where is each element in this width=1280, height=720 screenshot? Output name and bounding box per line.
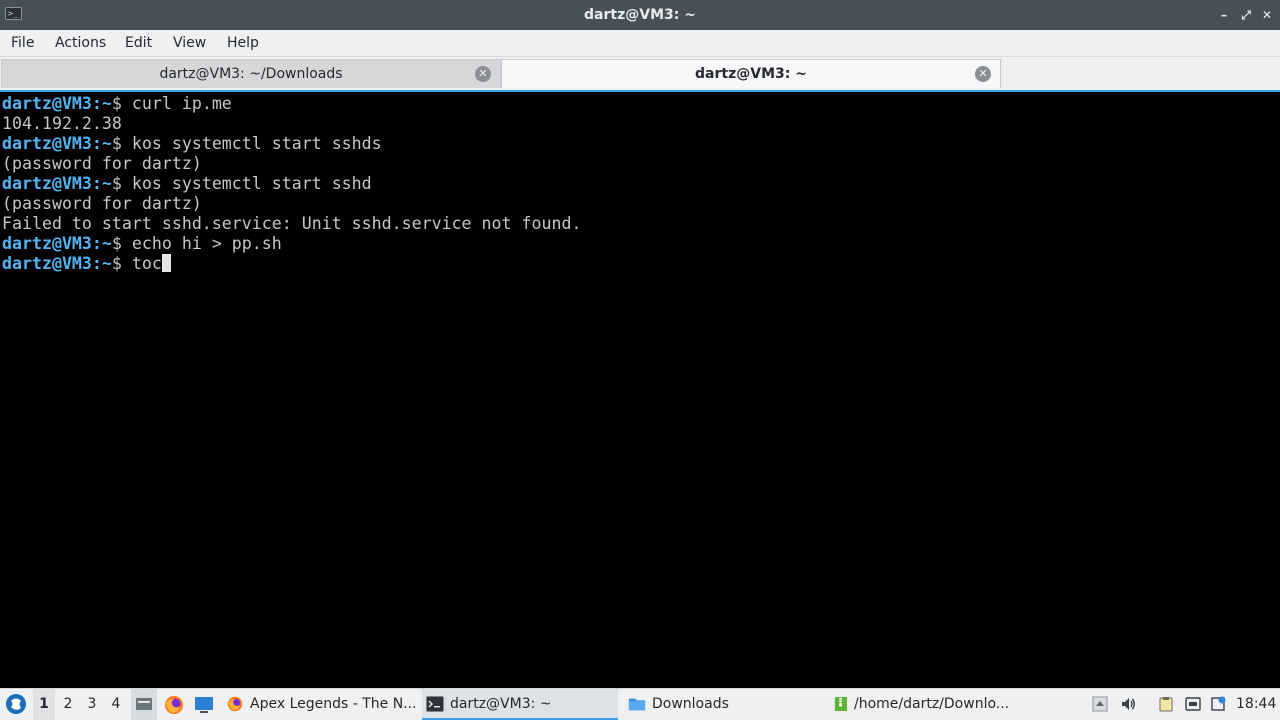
task-label: Apex Legends - The N... bbox=[250, 696, 417, 712]
terminal-command-line: dartz@VM3:~$ echo hi > pp.sh bbox=[2, 234, 282, 253]
show-desktop-button[interactable] bbox=[131, 689, 157, 720]
window-title: dartz@VM3: ~ bbox=[584, 7, 696, 23]
shell-prompt: dartz@VM3:~ bbox=[2, 134, 112, 153]
terminal-command-line: dartz@VM3:~$ toc bbox=[2, 254, 581, 274]
task-archive[interactable]: /home/dartz/Downlo... bbox=[826, 689, 1050, 720]
output-text: (password for dartz) bbox=[2, 154, 202, 173]
close-window-button[interactable]: ✕ bbox=[1259, 7, 1275, 23]
start-menu-button[interactable] bbox=[4, 689, 28, 720]
network-icon[interactable] bbox=[1210, 696, 1226, 712]
command-text: toc bbox=[131, 254, 162, 273]
tab-downloads[interactable]: dartz@VM3: ~/Downloads ✕ bbox=[1, 59, 501, 88]
folder-icon bbox=[628, 698, 646, 711]
workspace-2[interactable]: 2 bbox=[57, 689, 79, 720]
terminal-command-line: dartz@VM3:~$ curl ip.me bbox=[2, 94, 232, 113]
terminal-output-line: (password for dartz) bbox=[2, 154, 581, 174]
workspace-4[interactable]: 4 bbox=[105, 689, 127, 720]
task-terminal[interactable]: dartz@VM3: ~ bbox=[422, 689, 618, 720]
tab-home[interactable]: dartz@VM3: ~ ✕ bbox=[501, 59, 1001, 88]
maximize-button[interactable]: ⤢ bbox=[1238, 7, 1254, 23]
task-label: Downloads bbox=[652, 696, 729, 712]
launch-firefox-button[interactable] bbox=[162, 689, 186, 720]
menu-file[interactable]: File bbox=[9, 30, 36, 56]
clock[interactable]: 18:44 bbox=[1236, 689, 1276, 720]
window-titlebar[interactable]: >_ dartz@VM3: ~ – ⤢ ✕ bbox=[0, 0, 1280, 30]
command-text: kos systemctl start sshds bbox=[131, 134, 382, 153]
terminal-output-line: 104.192.2.38 bbox=[2, 114, 581, 134]
menu-edit[interactable]: Edit bbox=[123, 30, 154, 56]
command-text: kos systemctl start sshd bbox=[131, 174, 372, 193]
menu-view[interactable]: View bbox=[171, 30, 208, 56]
menu-bar: File Actions Edit View Help bbox=[0, 30, 1280, 57]
firefox-icon bbox=[165, 696, 183, 714]
menu-help[interactable]: Help bbox=[225, 30, 261, 56]
monitor-icon bbox=[195, 697, 213, 713]
terminal-view[interactable]: dartz@VM3:~$ curl ip.me 104.192.2.38 dartz… bbox=[0, 90, 1280, 688]
task-downloads[interactable]: Downloads bbox=[624, 689, 848, 720]
archive-icon bbox=[834, 697, 848, 711]
volume-icon[interactable] bbox=[1120, 696, 1136, 712]
command-text: echo hi > pp.sh bbox=[131, 234, 282, 253]
shell-prompt: dartz@VM3:~ bbox=[2, 94, 112, 113]
task-label: dartz@VM3: ~ bbox=[450, 696, 552, 712]
minimize-button[interactable]: – bbox=[1216, 7, 1232, 23]
terminal-output-line: (password for dartz) bbox=[2, 194, 581, 214]
text-cursor bbox=[161, 254, 171, 272]
tab-label: dartz@VM3: ~ bbox=[695, 66, 807, 82]
menu-actions[interactable]: Actions bbox=[53, 30, 108, 56]
output-text: (password for dartz) bbox=[2, 194, 202, 213]
task-firefox[interactable]: Apex Legends - The N... bbox=[222, 689, 446, 720]
terminal-command-line: dartz@VM3:~$ kos systemctl start sshd bbox=[2, 174, 372, 193]
output-text: Failed to start sshd.service: Unit sshd.… bbox=[2, 214, 582, 233]
workspace-3[interactable]: 3 bbox=[81, 689, 103, 720]
command-text: curl ip.me bbox=[131, 94, 232, 113]
shell-prompt: dartz@VM3:~ bbox=[2, 254, 112, 273]
shell-prompt: dartz@VM3:~ bbox=[2, 174, 112, 193]
workspace-1[interactable]: 1 bbox=[33, 689, 55, 720]
tab-bar: dartz@VM3: ~/Downloads ✕ dartz@VM3: ~ ✕ bbox=[0, 57, 1280, 90]
terminal-output: dartz@VM3:~$ curl ip.me 104.192.2.38 dartz… bbox=[2, 94, 581, 274]
launch-files-button[interactable] bbox=[192, 689, 216, 720]
clipboard-icon[interactable] bbox=[1158, 696, 1174, 712]
desktop-icon bbox=[136, 698, 152, 710]
keyboard-icon[interactable] bbox=[1185, 696, 1201, 712]
task-label: /home/dartz/Downlo... bbox=[854, 696, 1010, 712]
shell-prompt: dartz@VM3:~ bbox=[2, 234, 112, 253]
app-menu-icon bbox=[6, 694, 26, 714]
tray-expand-icon[interactable] bbox=[1092, 696, 1108, 712]
tab-close-icon[interactable]: ✕ bbox=[975, 66, 991, 82]
output-text: 104.192.2.38 bbox=[2, 114, 122, 133]
tab-close-icon[interactable]: ✕ bbox=[475, 66, 491, 82]
terminal-icon bbox=[426, 696, 444, 712]
terminal-output-line: Failed to start sshd.service: Unit sshd.… bbox=[2, 214, 581, 234]
firefox-icon bbox=[227, 696, 243, 712]
tab-label: dartz@VM3: ~/Downloads bbox=[159, 66, 343, 82]
terminal-command-line: dartz@VM3:~$ kos systemctl start sshds bbox=[2, 134, 382, 153]
taskbar: 1 2 3 4 Apex Legends - The N... dartz@VM… bbox=[0, 688, 1280, 720]
